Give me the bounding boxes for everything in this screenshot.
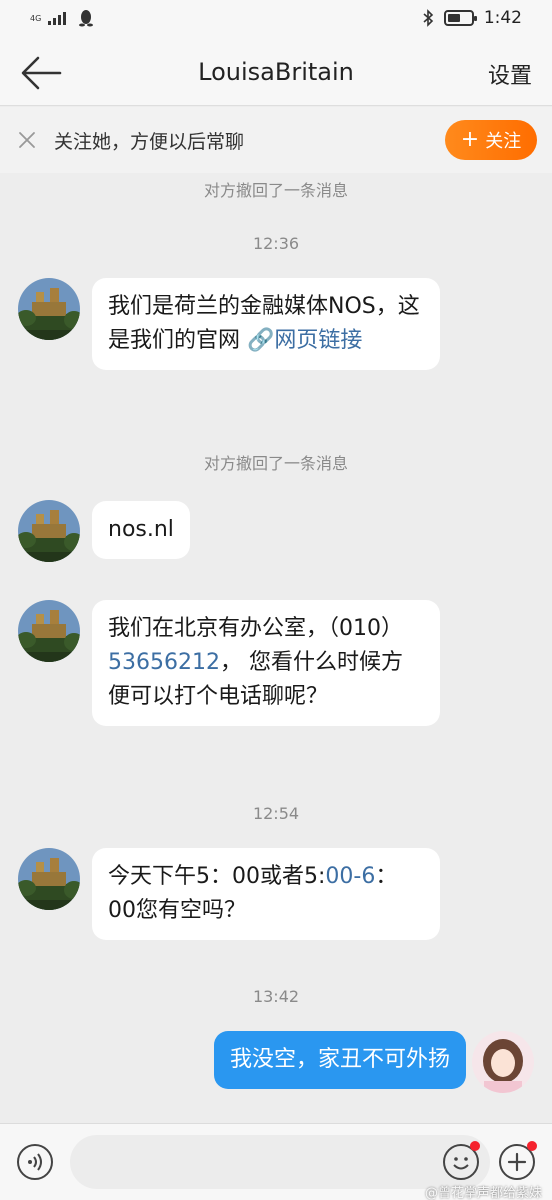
status-left: 4G bbox=[30, 9, 94, 27]
clock: 1:42 bbox=[483, 8, 522, 28]
message-text: 我们在北京有办公室，（010） bbox=[108, 616, 403, 641]
follow-banner: 关注她，方便以后常聊 + 关注 bbox=[0, 107, 552, 173]
watermark: @曾花掌声都给紫妹 bbox=[424, 1186, 542, 1200]
web-link[interactable]: 🔗网页链接 bbox=[247, 328, 362, 353]
title-bar: LouisaBritain 设置 bbox=[0, 40, 552, 106]
timestamp: 12:36 bbox=[252, 234, 300, 253]
contact-avatar[interactable] bbox=[18, 278, 80, 340]
page-title: LouisaBritain bbox=[198, 58, 354, 86]
contact-avatar[interactable] bbox=[18, 600, 80, 662]
plus-icon: + bbox=[460, 127, 480, 152]
message-input[interactable] bbox=[70, 1135, 490, 1189]
signal-icon bbox=[48, 11, 66, 25]
recall-notice: 对方撤回了一条消息 bbox=[203, 454, 348, 473]
follow-prompt-text: 关注她，方便以后常聊 bbox=[54, 131, 245, 153]
contact-avatar[interactable] bbox=[18, 848, 80, 910]
voice-icon[interactable] bbox=[17, 1144, 53, 1180]
network-type: 4G bbox=[30, 13, 42, 23]
notification-dot bbox=[527, 1141, 537, 1151]
close-icon[interactable] bbox=[17, 130, 37, 150]
message-bubble[interactable]: nos.nl bbox=[92, 501, 190, 559]
recall-notice: 对方撤回了一条消息 bbox=[203, 181, 348, 200]
link-text: 网页链接 bbox=[274, 328, 363, 353]
battery-icon bbox=[443, 10, 477, 26]
qq-penguin-icon bbox=[79, 10, 93, 27]
timestamp: 12:54 bbox=[252, 804, 300, 823]
my-avatar[interactable] bbox=[472, 1031, 534, 1093]
message-text: 我没空，家丑不可外扬 bbox=[229, 1047, 450, 1072]
follow-button-label: 关注 bbox=[485, 131, 522, 152]
timestamp: 13:42 bbox=[252, 987, 300, 1006]
message-text: 今天下午5：00或者5: bbox=[108, 864, 326, 889]
message-bubble[interactable]: 今天下午5：00或者5:00-6：00您有空吗？ bbox=[92, 848, 440, 940]
status-bar: 4G 1:42 bbox=[0, 0, 552, 40]
bluetooth-icon bbox=[423, 9, 433, 27]
link-icon: 🔗 bbox=[247, 328, 275, 353]
message-text: nos.nl bbox=[108, 517, 174, 542]
status-right: 1:42 bbox=[422, 8, 522, 28]
input-bar: @曾花掌声都给紫妹 bbox=[0, 1123, 552, 1200]
chat-area[interactable]: 对方撤回了一条消息 12:36 我们是荷兰的金融媒体NOS，这是我们的官网 🔗网… bbox=[0, 173, 552, 1123]
time-link[interactable]: 00-6 bbox=[325, 864, 375, 889]
my-message-bubble[interactable]: 我没空，家丑不可外扬 bbox=[213, 1031, 466, 1089]
follow-button[interactable]: + 关注 bbox=[445, 120, 537, 160]
phone-number-link[interactable]: 53656212 bbox=[108, 650, 220, 675]
contact-avatar[interactable] bbox=[18, 500, 80, 562]
settings-button[interactable]: 设置 bbox=[488, 58, 532, 90]
message-bubble[interactable]: 我们在北京有办公室，（010）53656212， 您看什么时候方便可以打个电话聊… bbox=[92, 600, 440, 726]
message-bubble[interactable]: 我们是荷兰的金融媒体NOS，这是我们的官网 🔗网页链接 bbox=[92, 278, 440, 370]
notification-dot bbox=[470, 1141, 480, 1151]
battery-fill bbox=[447, 14, 460, 22]
